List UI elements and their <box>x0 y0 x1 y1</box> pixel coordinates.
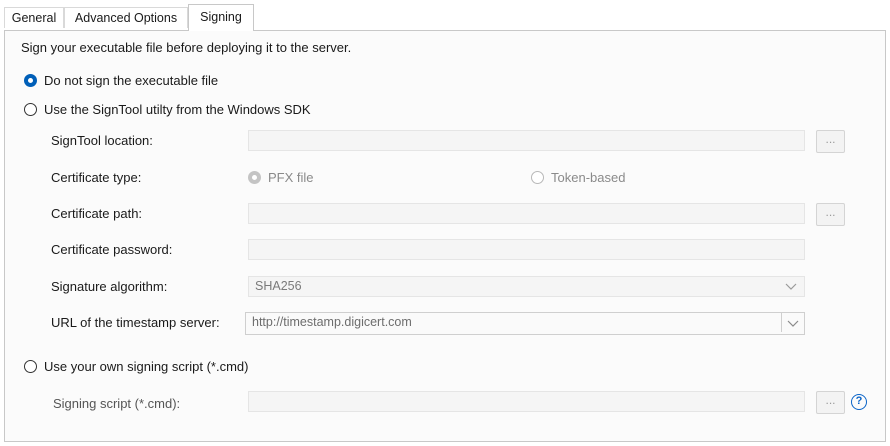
signtool-location-input[interactable] <box>248 130 805 151</box>
cert-type-pfx-option[interactable]: PFX file <box>248 170 314 185</box>
signtool-location-label: SignTool location: <box>51 133 153 148</box>
signing-script-label: Signing script (*.cmd): <box>53 396 181 411</box>
timestamp-dropdown-button[interactable] <box>781 313 804 332</box>
signature-algorithm-select[interactable]: SHA256 <box>248 276 805 297</box>
radio-own-script[interactable] <box>24 360 37 373</box>
timestamp-server-combobox[interactable]: http://timestamp.digicert.com <box>245 312 805 335</box>
radio-pfx-file[interactable] <box>248 171 261 184</box>
option-own-script-label: Use your own signing script (*.cmd) <box>44 359 249 374</box>
option-signtool-label: Use the SignTool utilty from the Windows… <box>44 102 311 117</box>
tab-general[interactable]: General <box>4 7 64 28</box>
certificate-path-label: Certificate path: <box>51 206 143 221</box>
cert-type-token-option[interactable]: Token-based <box>531 170 625 185</box>
tab-advanced-options[interactable]: Advanced Options <box>64 7 188 28</box>
option-no-sign-label: Do not sign the executable file <box>44 73 219 88</box>
chevron-down-icon <box>785 283 797 290</box>
certificate-password-label: Certificate password: <box>51 242 173 257</box>
radio-token-based[interactable] <box>531 171 544 184</box>
cert-type-token-label: Token-based <box>551 170 626 185</box>
signing-panel <box>4 30 886 442</box>
intro-text: Sign your executable file before deployi… <box>21 40 352 55</box>
cert-type-pfx-label: PFX file <box>268 170 314 185</box>
option-own-script[interactable]: Use your own signing script (*.cmd) <box>24 359 248 374</box>
certificate-path-browse-button[interactable]: ... <box>816 203 845 226</box>
signing-script-input[interactable] <box>248 391 805 412</box>
chevron-down-icon <box>787 320 799 327</box>
option-no-sign[interactable]: Do not sign the executable file <box>24 73 218 88</box>
timestamp-server-label: URL of the timestamp server: <box>51 315 220 330</box>
certificate-type-label: Certificate type: <box>51 170 142 185</box>
radio-no-sign[interactable] <box>24 74 37 87</box>
signtool-location-browse-button[interactable]: ... <box>816 130 845 153</box>
certificate-path-input[interactable] <box>248 203 805 224</box>
certificate-password-input[interactable] <box>248 239 805 260</box>
signature-algorithm-label: Signature algorithm: <box>51 279 168 294</box>
timestamp-server-value: http://timestamp.digicert.com <box>252 315 412 329</box>
help-icon[interactable]: ? <box>851 394 867 410</box>
signing-script-browse-button[interactable]: ... <box>816 391 845 414</box>
tab-signing[interactable]: Signing <box>188 4 254 31</box>
signature-algorithm-value: SHA256 <box>255 279 302 293</box>
option-signtool[interactable]: Use the SignTool utilty from the Windows… <box>24 102 311 117</box>
radio-signtool[interactable] <box>24 103 37 116</box>
